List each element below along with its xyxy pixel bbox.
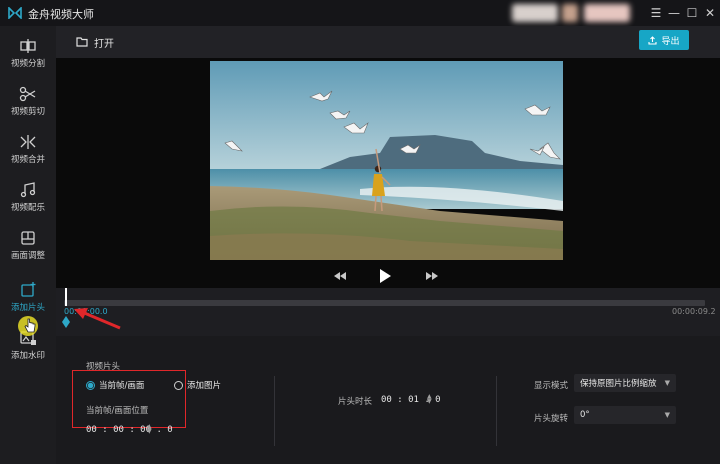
- chevron-down-icon: ▼: [664, 379, 670, 387]
- sidebar-item-cut[interactable]: 视频剪切: [0, 80, 56, 128]
- sidebar-item-label: 视频配乐: [10, 203, 45, 213]
- sidebar-item-label: 视频剪切: [10, 107, 45, 117]
- crop-icon: [21, 231, 35, 245]
- video-frame[interactable]: [210, 61, 563, 260]
- rotation-select[interactable]: 0° ▼: [574, 406, 676, 424]
- radio-add-image-label: 添加图片: [187, 381, 222, 391]
- rotation-label: 片头旋转: [534, 414, 569, 424]
- sidebar: 视频分割 视频剪切 视频合并 视频配乐 画面调整 添加片头 添加水印: [0, 26, 56, 464]
- rotation-value: 0°: [580, 410, 590, 420]
- rewind-icon[interactable]: [334, 272, 346, 280]
- intro-settings-panel: 视频片头 当前帧/画面 添加图片 当前帧/画面位置 00 : 00 : 00 .…: [56, 336, 720, 464]
- menu-icon[interactable]: ☰: [648, 5, 664, 21]
- playback-controls: [56, 264, 720, 288]
- total-time: 00:00:09.2: [672, 307, 716, 316]
- annotation-arrow-icon: [74, 308, 121, 330]
- video-preview-area: [56, 58, 720, 288]
- playhead[interactable]: [65, 288, 67, 306]
- play-icon[interactable]: [379, 269, 391, 283]
- sidebar-item-label: 添加片头: [10, 303, 45, 313]
- export-label: 导出: [661, 36, 680, 47]
- display-mode-select[interactable]: 保持原图片比例缩放 ▼: [574, 374, 676, 392]
- merge-icon: [20, 135, 36, 149]
- sidebar-item-label: 添加水印: [10, 351, 45, 361]
- add-intro-icon: [21, 282, 36, 297]
- open-button[interactable]: 打开: [76, 34, 114, 50]
- chevron-down-icon: ▼: [664, 411, 670, 419]
- duration-stepper[interactable]: ▲ ▼: [427, 394, 432, 405]
- split-icon: [20, 39, 36, 53]
- radio-add-image[interactable]: 添加图片: [174, 379, 221, 391]
- open-label: 打开: [94, 38, 114, 50]
- sidebar-item-music[interactable]: 视频配乐: [0, 176, 56, 224]
- app-logo-icon: [8, 7, 22, 19]
- sidebar-item-label: 画面调整: [10, 251, 45, 261]
- sidebar-item-label: 视频分割: [10, 59, 45, 69]
- export-button[interactable]: 导出: [639, 30, 689, 50]
- fast-forward-icon[interactable]: [426, 272, 438, 280]
- blurred-user-area: [562, 4, 578, 22]
- upload-icon: [648, 35, 658, 45]
- title-bar: 金舟视频大师 ☰ — ☐ ✕: [0, 0, 720, 26]
- hand-cursor-icon: [24, 318, 36, 333]
- frame-position-stepper[interactable]: ▲ ▼: [147, 424, 152, 435]
- sidebar-item-adjust[interactable]: 画面调整: [0, 224, 56, 272]
- radio-current-frame[interactable]: 当前帧/画面: [86, 379, 144, 391]
- minimize-button[interactable]: —: [666, 5, 682, 21]
- duration-label: 片头时长: [338, 397, 373, 407]
- frame-position-label: 当前帧/画面位置: [86, 406, 149, 416]
- radio-selected-icon: [86, 380, 95, 390]
- app-title: 金舟视频大师: [28, 8, 94, 21]
- toolbar: 打开 导出: [56, 26, 720, 58]
- close-button[interactable]: ✕: [702, 5, 718, 21]
- blurred-user-area: [512, 4, 558, 22]
- folder-icon: [76, 37, 88, 47]
- sidebar-item-merge[interactable]: 视频合并: [0, 128, 56, 176]
- divider: [496, 376, 497, 446]
- sidebar-item-label: 视频合并: [10, 155, 45, 165]
- timeline-track[interactable]: [64, 300, 705, 306]
- frame-position-input[interactable]: 00 : 00 : 00 . 0: [86, 425, 173, 435]
- scissors-icon: [19, 86, 36, 102]
- divider: [274, 376, 275, 446]
- blurred-user-area: [584, 4, 630, 22]
- radio-current-frame-label: 当前帧/画面: [99, 381, 145, 391]
- music-icon: [20, 182, 36, 198]
- display-mode-label: 显示模式: [534, 381, 569, 391]
- playhead-marker-icon: [62, 316, 70, 328]
- maximize-button[interactable]: ☐: [684, 5, 700, 21]
- display-mode-value: 保持原图片比例缩放: [580, 379, 657, 389]
- sidebar-item-split[interactable]: 视频分割: [0, 32, 56, 80]
- timeline: 00:00:00.0 00:00:09.2: [56, 288, 720, 336]
- radio-unselected-icon: [174, 380, 183, 390]
